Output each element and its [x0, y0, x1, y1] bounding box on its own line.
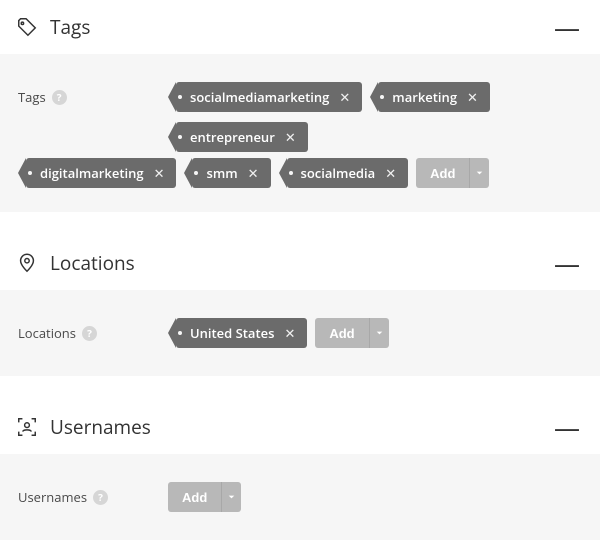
locations-header: Locations — [0, 236, 600, 290]
tags-chips-row2: digitalmarketing✕ smm✕ socialmedia✕ Add [18, 158, 582, 188]
locations-section: Locations — Locations ? United States✕ A… [0, 236, 600, 376]
remove-tag-button[interactable]: ✕ [379, 164, 402, 182]
remove-location-button[interactable]: ✕ [278, 324, 301, 342]
remove-tag-button[interactable]: ✕ [333, 88, 356, 106]
location-chip-label: United States [190, 324, 278, 342]
tag-chip: entrepreneur✕ [176, 122, 308, 152]
usernames-field-label: Usernames [18, 488, 87, 506]
usernames-add-group: Add [168, 482, 241, 512]
help-icon[interactable]: ? [93, 490, 108, 505]
tag-chip-label: entrepreneur [190, 128, 279, 146]
tag-chip-label: socialmedia [301, 164, 380, 182]
tag-chip-label: marketing [392, 88, 461, 106]
tags-collapse-button[interactable]: — [552, 18, 582, 36]
locations-add-dropdown[interactable] [369, 318, 389, 348]
tag-chip: marketing✕ [378, 82, 490, 112]
remove-tag-button[interactable]: ✕ [461, 88, 484, 106]
usernames-collapse-button[interactable]: — [552, 418, 582, 436]
tags-field-label-group: Tags ? [18, 82, 168, 106]
tags-chips-row1: socialmediamarketing✕ marketing✕ entrepr… [168, 82, 582, 152]
usernames-body: Usernames ? Add [0, 454, 600, 540]
usernames-add-button[interactable]: Add [168, 482, 221, 512]
help-icon[interactable]: ? [82, 326, 97, 341]
tags-header: Tags — [0, 0, 600, 54]
tags-title: Tags [50, 14, 552, 40]
usernames-title: Usernames [50, 414, 552, 440]
remove-tag-button[interactable]: ✕ [148, 164, 171, 182]
locations-body: Locations ? United States✕ Add [0, 290, 600, 376]
location-icon [16, 252, 44, 274]
tags-section: Tags — Tags ? socialmediamarketing✕ mark… [0, 0, 600, 212]
locations-field-label: Locations [18, 324, 76, 342]
locations-collapse-button[interactable]: — [552, 254, 582, 272]
tags-field-label: Tags [18, 88, 46, 106]
locations-chips: United States✕ Add [168, 318, 582, 348]
tag-chip: smm✕ [192, 158, 270, 188]
usernames-section: Usernames — Usernames ? Add [0, 400, 600, 540]
location-chip: United States✕ [176, 318, 307, 348]
locations-add-button[interactable]: Add [315, 318, 368, 348]
remove-tag-button[interactable]: ✕ [279, 128, 302, 146]
locations-title: Locations [50, 250, 552, 276]
usernames-chips: Add [168, 482, 582, 512]
tag-chip-label: socialmediamarketing [190, 88, 333, 106]
locations-add-group: Add [315, 318, 388, 348]
tags-add-group: Add [416, 158, 489, 188]
help-icon[interactable]: ? [52, 90, 67, 105]
tag-chip: socialmediamarketing✕ [176, 82, 362, 112]
remove-tag-button[interactable]: ✕ [242, 164, 265, 182]
usernames-header: Usernames — [0, 400, 600, 454]
tag-chip-label: digitalmarketing [40, 164, 148, 182]
tag-chip: socialmedia✕ [287, 158, 409, 188]
tags-body: Tags ? socialmediamarketing✕ marketing✕ … [0, 54, 600, 212]
usernames-add-dropdown[interactable] [221, 482, 241, 512]
usernames-field-label-group: Usernames ? [18, 482, 168, 506]
tag-icon [16, 16, 44, 38]
tag-chip-label: smm [206, 164, 241, 182]
tags-add-button[interactable]: Add [416, 158, 469, 188]
locations-field-label-group: Locations ? [18, 318, 168, 342]
tag-chip: digitalmarketing✕ [26, 158, 176, 188]
user-scan-icon [16, 416, 44, 438]
tags-add-dropdown[interactable] [469, 158, 489, 188]
